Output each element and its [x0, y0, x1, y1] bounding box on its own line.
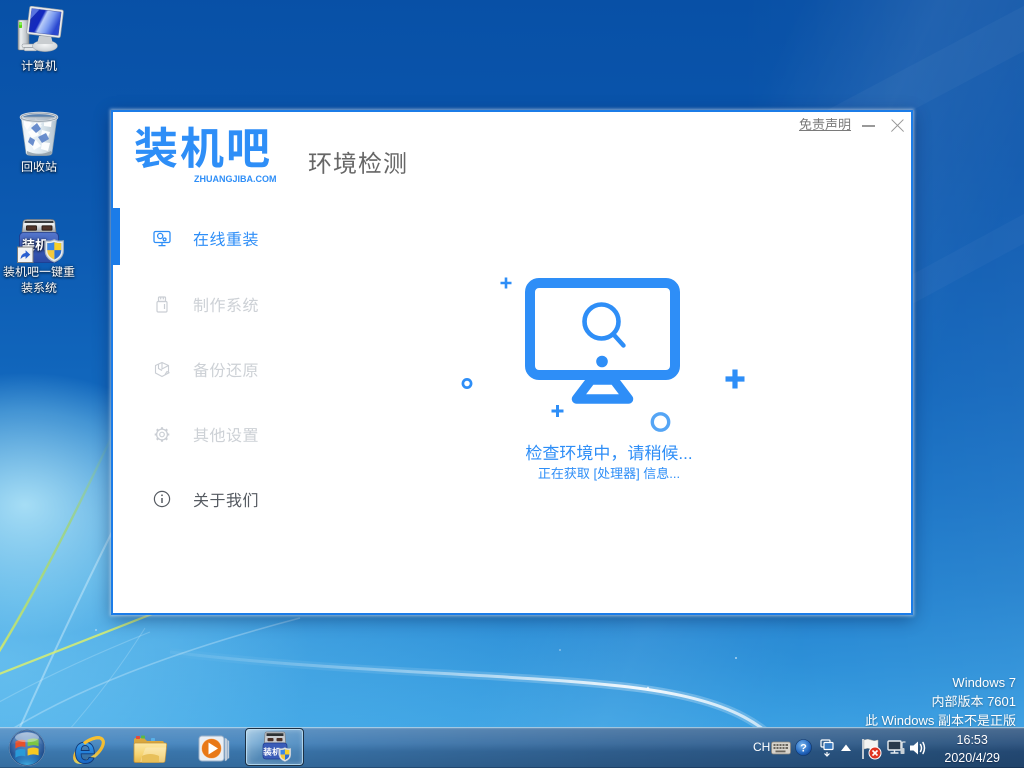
svg-text:装机: 装机 — [263, 745, 281, 758]
svg-text:?: ? — [800, 743, 807, 755]
